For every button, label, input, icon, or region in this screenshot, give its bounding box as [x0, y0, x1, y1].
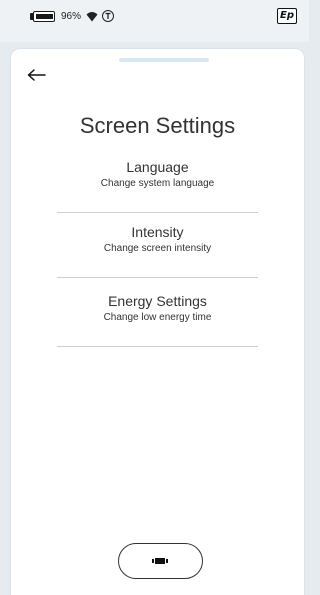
wifi-icon	[86, 12, 98, 22]
menu-item-description: Change system language	[100, 178, 215, 189]
menu-item-energy-settings[interactable]: Energy Settings Change low energy time	[57, 291, 258, 347]
menu-item-intensity[interactable]: Intensity Change screen intensity	[57, 222, 258, 278]
menu-item-language[interactable]: Language Change system language	[57, 157, 258, 213]
battery-icon	[33, 11, 55, 22]
circle-t-icon	[102, 10, 114, 22]
ep-logo: Ep	[277, 8, 297, 24]
menu-item-label: Intensity	[131, 224, 184, 240]
status-bar: 96% Ep	[0, 0, 309, 42]
menu-item-description: Change low energy time	[103, 312, 212, 323]
battery-level	[36, 14, 54, 19]
divider	[57, 212, 258, 213]
drag-handle[interactable]	[119, 58, 209, 62]
back-arrow-icon[interactable]	[26, 68, 46, 82]
page-title: Screen Settings	[79, 113, 236, 138]
device-icon	[152, 558, 168, 564]
battery-percent: 96%	[61, 11, 82, 22]
home-button[interactable]	[118, 543, 203, 579]
menu-item-label: Language	[126, 159, 189, 175]
menu-item-label: Energy Settings	[108, 293, 207, 309]
divider	[57, 277, 258, 278]
menu-item-description: Change screen intensity	[103, 243, 212, 254]
battery-tip	[30, 13, 33, 20]
divider	[57, 346, 258, 347]
